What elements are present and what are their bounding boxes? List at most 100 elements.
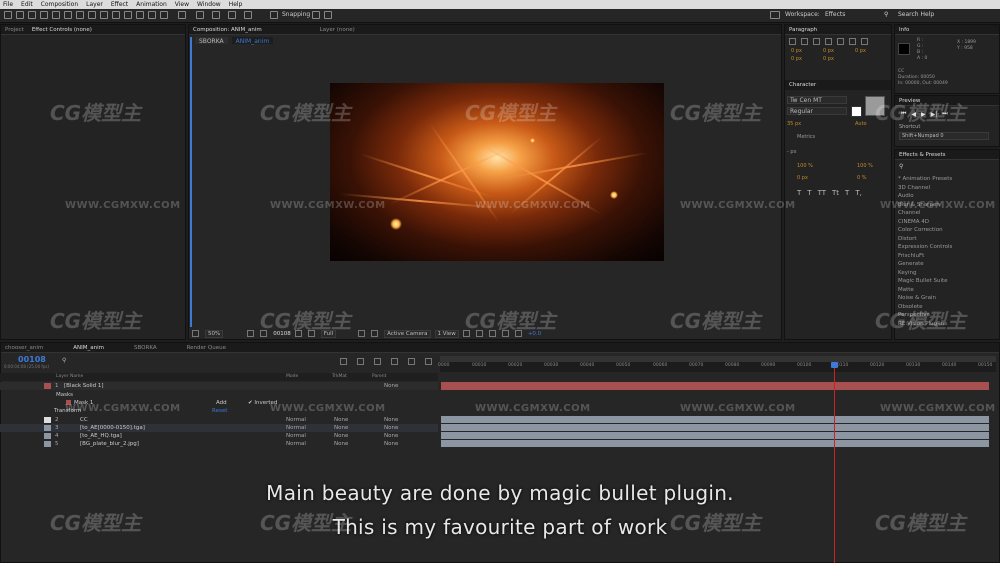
- rotate-tool-icon[interactable]: [52, 11, 60, 19]
- pin-tool-icon[interactable]: [196, 11, 204, 19]
- col-trkmat[interactable]: TrkMat: [332, 374, 347, 379]
- menu-help[interactable]: Help: [229, 1, 243, 8]
- font-size-field[interactable]: 35 px: [787, 121, 801, 127]
- tab-composition[interactable]: Composition: ANIM_anim: [193, 27, 262, 33]
- camera-tool-icon[interactable]: [64, 11, 72, 19]
- faux-italic-button[interactable]: T: [807, 189, 811, 197]
- menu-layer[interactable]: Layer: [86, 1, 103, 8]
- snapping-checkbox[interactable]: [270, 11, 278, 19]
- col-parent[interactable]: Parent: [372, 374, 386, 379]
- camera-dropdown[interactable]: Active Camera: [384, 329, 431, 338]
- justify-left-icon[interactable]: [825, 38, 832, 45]
- shy-icon[interactable]: [374, 358, 381, 365]
- effects-item[interactable]: 3D Channel: [898, 184, 999, 193]
- layer-trkmat-dropdown[interactable]: None: [334, 425, 348, 431]
- layer-duration-bar-2[interactable]: [441, 416, 989, 423]
- layer-label-color[interactable]: [44, 425, 51, 431]
- space-before-field[interactable]: 0 px: [791, 56, 821, 62]
- region-of-interest-icon[interactable]: [358, 330, 366, 337]
- rectangle-tool-icon[interactable]: [88, 11, 96, 19]
- col-layer-name[interactable]: Layer Name: [56, 374, 83, 379]
- layer-parent[interactable]: None: [384, 425, 398, 431]
- space-after-field[interactable]: 0 px: [823, 56, 853, 62]
- puppet-tool-icon[interactable]: [178, 11, 186, 19]
- subtab-anim[interactable]: ANIM_anim: [231, 37, 274, 45]
- monitor-icon[interactable]: [770, 11, 780, 19]
- layer-parent[interactable]: None: [384, 417, 398, 423]
- motion-blur-icon[interactable]: [408, 358, 415, 365]
- layer-name[interactable]: CC: [80, 417, 88, 423]
- layer-row-2[interactable]: 2 CC Normal None None: [0, 416, 438, 424]
- layer-name[interactable]: [to_AE[0000-0150].tga]: [80, 425, 145, 431]
- kerning-field[interactable]: Metrics: [797, 134, 815, 140]
- all-caps-button[interactable]: TT: [818, 189, 826, 197]
- playhead-handle[interactable]: [831, 362, 838, 368]
- masks-group[interactable]: Masks: [0, 391, 438, 399]
- clone-tool-icon[interactable]: [136, 11, 144, 19]
- layer-duration-bar-3[interactable]: [441, 424, 989, 431]
- timeline-tab-sborka[interactable]: SBORKA: [134, 345, 157, 351]
- hand-tool-icon[interactable]: [28, 11, 36, 19]
- search-icon[interactable]: ⚲: [884, 11, 888, 18]
- superscript-button[interactable]: T: [845, 189, 849, 197]
- transparency-grid-icon[interactable]: [371, 330, 379, 337]
- effects-item[interactable]: Magic Bullet Suite: [898, 277, 999, 286]
- menu-view[interactable]: View: [175, 1, 189, 8]
- layer-trkmat-dropdown[interactable]: None: [334, 441, 348, 447]
- effects-item[interactable]: Distort: [898, 235, 999, 244]
- brush-tool-icon[interactable]: [124, 11, 132, 19]
- transform-reset[interactable]: Reset: [212, 408, 227, 414]
- axis-world-icon[interactable]: [228, 11, 236, 19]
- shortcut-dropdown[interactable]: Shift+Numpad 0: [895, 132, 999, 140]
- roto-brush-tool-icon[interactable]: [160, 11, 168, 19]
- timeline-current-time[interactable]: 00108: [18, 355, 46, 364]
- layer-parent[interactable]: None: [384, 441, 398, 447]
- stroke-color-swatch[interactable]: [851, 106, 862, 117]
- stroke-width-field[interactable]: - px: [787, 149, 797, 155]
- menu-effect[interactable]: Effect: [111, 1, 128, 8]
- layer-mode-dropdown[interactable]: Normal: [286, 433, 306, 439]
- layer-mode-dropdown[interactable]: Normal: [286, 425, 306, 431]
- type-tool-icon[interactable]: [112, 11, 120, 19]
- effects-item[interactable]: Expression Controls: [898, 243, 999, 252]
- snap-icon[interactable]: [312, 11, 320, 19]
- effects-item[interactable]: Color Correction: [898, 226, 999, 235]
- indent-left-field[interactable]: 0 px: [791, 48, 821, 54]
- frame-blending-icon[interactable]: [391, 358, 398, 365]
- zoom-tool-icon[interactable]: [40, 11, 48, 19]
- layer-trkmat-dropdown[interactable]: None: [334, 417, 348, 423]
- search-help-input[interactable]: Search Help: [898, 11, 934, 18]
- axis-view-icon[interactable]: [244, 11, 252, 19]
- leading-field[interactable]: Auto: [855, 121, 867, 127]
- layer-label-color[interactable]: [44, 417, 51, 423]
- timeline-tab-chooser[interactable]: chooser_anim: [5, 345, 43, 351]
- justify-center-icon[interactable]: [837, 38, 844, 45]
- safe-zones-icon[interactable]: [247, 330, 255, 337]
- timeline-tab-anim[interactable]: ANIM_anim: [73, 345, 104, 351]
- font-family-dropdown[interactable]: Tw Cen MT: [787, 96, 847, 104]
- col-mode[interactable]: Mode: [286, 374, 298, 379]
- effects-item[interactable]: Keying: [898, 269, 999, 278]
- layer-name[interactable]: [to_AE_HQ.tga]: [80, 433, 122, 439]
- justify-all-icon[interactable]: [861, 38, 868, 45]
- graph-editor-icon[interactable]: [425, 358, 432, 365]
- always-preview-icon[interactable]: [192, 330, 199, 337]
- align-left-icon[interactable]: [789, 38, 796, 45]
- draft-3d-icon[interactable]: [357, 358, 364, 365]
- effects-item[interactable]: FrischluFt: [898, 252, 999, 261]
- subtab-sborka[interactable]: SBORKA: [195, 37, 228, 45]
- pan-behind-tool-icon[interactable]: [76, 11, 84, 19]
- tab-project[interactable]: Project: [5, 27, 24, 33]
- comp-mini-flowchart-icon[interactable]: [340, 358, 347, 365]
- tsume-field[interactable]: 0 %: [857, 175, 867, 181]
- baseline-shift-field[interactable]: 0 px: [797, 175, 808, 181]
- layer-mode-dropdown[interactable]: Normal: [286, 441, 306, 447]
- selection-tool-icon[interactable]: [16, 11, 24, 19]
- layer-row-3[interactable]: 3 [to_AE[0000-0150].tga] Normal None Non…: [0, 424, 438, 432]
- layer-row-1[interactable]: 1 [Black Solid 1] None: [0, 382, 438, 390]
- tab-layer[interactable]: Layer (none): [320, 27, 355, 33]
- menu-file[interactable]: File: [3, 1, 13, 8]
- align-right-icon[interactable]: [813, 38, 820, 45]
- subscript-button[interactable]: T,: [855, 189, 862, 197]
- justify-right-icon[interactable]: [849, 38, 856, 45]
